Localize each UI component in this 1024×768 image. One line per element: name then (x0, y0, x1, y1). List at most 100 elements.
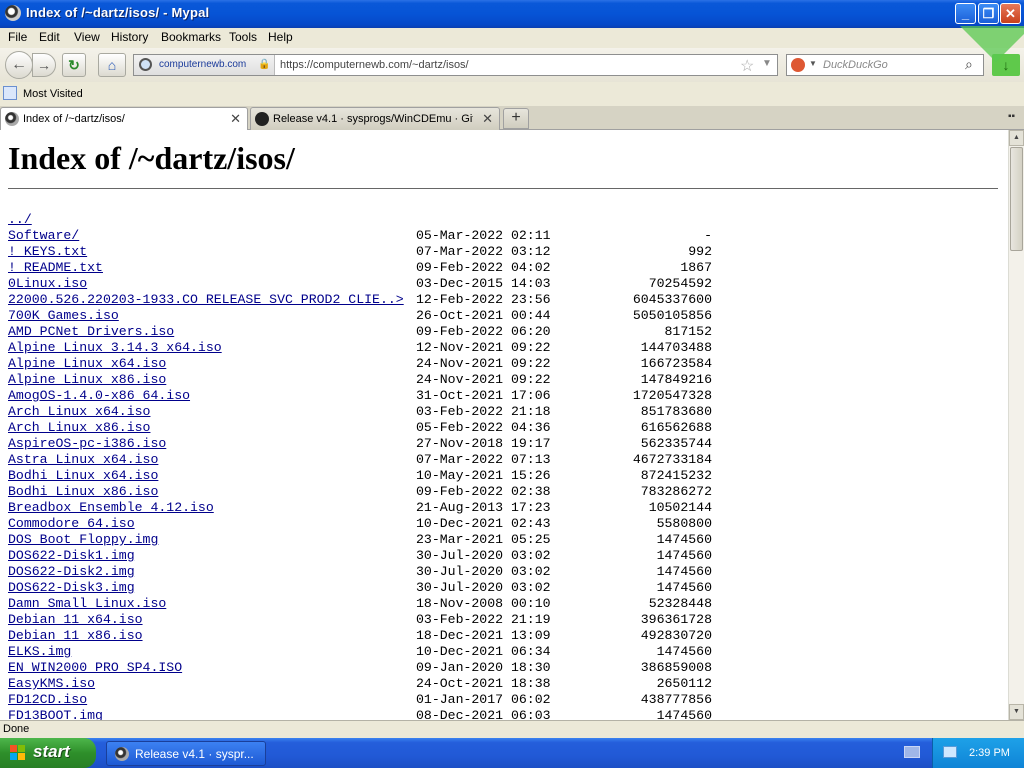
reload-icon: ↻ (68, 57, 80, 73)
file-link[interactable]: Damn Small Linux.iso (8, 596, 166, 611)
tab-wincdemu-release[interactable]: Release v4.1 · sysprogs/WinCDEmu · Git..… (250, 107, 500, 130)
file-date: 09-Feb-2022 04:02 (416, 260, 551, 275)
menu-tools[interactable]: Tools (229, 30, 257, 44)
file-link[interactable]: Alpine Linux x86.iso (8, 372, 166, 387)
new-tab-button[interactable]: + (503, 108, 529, 129)
close-button[interactable]: ✕ (1000, 3, 1021, 24)
menu-view[interactable]: View (74, 30, 100, 44)
file-link[interactable]: DOS622-Disk1.img (8, 548, 135, 563)
file-date: 05-Feb-2022 04:36 (416, 420, 551, 435)
reload-button[interactable]: ↻ (62, 53, 86, 77)
file-link[interactable]: Breadbox Ensemble 4.12.iso (8, 500, 214, 515)
file-date: 10-May-2021 15:26 (416, 468, 551, 483)
file-link[interactable]: Commodore 64.iso (8, 516, 135, 531)
file-link[interactable]: AspireOS-pc-i386.iso (8, 436, 166, 451)
file-date: 01-Jan-2017 06:02 (416, 692, 551, 707)
system-tray: 2:39 PM (932, 738, 1024, 768)
file-date: 30-Jul-2020 03:02 (416, 580, 551, 595)
file-link[interactable]: AMD PCNet Drivers.iso (8, 324, 174, 339)
file-size: 166723584 (640, 356, 712, 371)
file-date: 03-Feb-2022 21:19 (416, 612, 551, 627)
file-link[interactable]: Arch Linux x86.iso (8, 420, 150, 435)
windows-taskbar: start Release v4.1 · syspr... 2:39 PM (0, 738, 1024, 768)
file-link[interactable]: Debian 11 x64.iso (8, 612, 143, 627)
minimize-button[interactable]: _ (955, 3, 976, 24)
file-link[interactable]: ! KEYS.txt (8, 244, 87, 259)
file-link[interactable]: 22000.526.220203-1933.CO RELEASE SVC PRO… (8, 292, 404, 307)
tab-strip: Index of /~dartz/isos/ ✕ Release v4.1 · … (0, 106, 1024, 130)
clock[interactable]: 2:39 PM (969, 747, 1010, 759)
file-date: 30-Jul-2020 03:02 (416, 564, 551, 579)
file-date: 10-Dec-2021 02:43 (416, 516, 551, 531)
scroll-down-icon[interactable]: ▼ (1009, 704, 1024, 720)
file-link[interactable]: Astra Linux x64.iso (8, 452, 158, 467)
tab-index-of-isos[interactable]: Index of /~dartz/isos/ ✕ (0, 107, 248, 130)
engine-dropdown-icon[interactable]: ▼ (809, 59, 817, 68)
menu-history[interactable]: History (111, 30, 148, 44)
file-size: 1474560 (656, 580, 712, 595)
file-link[interactable]: 0Linux.iso (8, 276, 87, 291)
keyboard-icon[interactable] (904, 746, 920, 758)
start-button[interactable]: start (0, 738, 96, 768)
close-tab-icon[interactable]: ✕ (230, 111, 241, 127)
scroll-up-icon[interactable]: ▲ (1009, 130, 1024, 146)
file-link[interactable]: Debian 11 x86.iso (8, 628, 143, 643)
file-link[interactable]: EasyKMS.iso (8, 676, 95, 691)
tab-list-icon[interactable]: ▪▪ (1008, 111, 1015, 122)
tab-label: Index of /~dartz/isos/ (23, 113, 125, 125)
close-tab-icon[interactable]: ✕ (482, 111, 493, 127)
tab-label: Release v4.1 · sysprogs/WinCDEmu · Git..… (273, 113, 473, 125)
file-size: 1474560 (656, 644, 712, 659)
file-date: 09-Feb-2022 02:38 (416, 484, 551, 499)
file-link[interactable]: Bodhi Linux x64.iso (8, 468, 158, 483)
url-text[interactable]: https://computernewb.com/~dartz/isos/ (280, 59, 469, 71)
url-dropdown-icon[interactable]: ▼ (762, 58, 772, 69)
forward-button[interactable]: → (32, 53, 56, 77)
vertical-scrollbar[interactable]: ▲ ▼ (1008, 130, 1024, 720)
back-button[interactable]: ← (5, 51, 33, 79)
menu-bookmarks[interactable]: Bookmarks (161, 30, 221, 44)
file-link[interactable]: Alpine Linux 3.14.3 x64.iso (8, 340, 222, 355)
parent-directory-link[interactable]: ../ (8, 212, 32, 227)
mypal-favicon-icon (5, 112, 19, 126)
file-link[interactable]: ELKS.img (8, 644, 71, 659)
network-icon[interactable] (943, 746, 957, 758)
heading-divider (8, 188, 998, 189)
menu-file[interactable]: File (8, 30, 27, 44)
file-link[interactable]: FD12CD.iso (8, 692, 87, 707)
menu-edit[interactable]: Edit (39, 30, 60, 44)
window-titlebar[interactable]: Index of /~dartz/isos/ - Mypal _ ❐ ✕ (0, 0, 1024, 28)
scrollbar-thumb[interactable] (1010, 147, 1023, 251)
file-link[interactable]: Bodhi Linux x86.iso (8, 484, 158, 499)
file-size: 70254592 (648, 276, 712, 291)
search-box[interactable]: ▼ DuckDuckGo ⌕ (786, 54, 984, 76)
file-link[interactable]: ! README.txt (8, 260, 103, 275)
file-link[interactable]: 700K Games.iso (8, 308, 119, 323)
file-date: 27-Nov-2018 19:17 (416, 436, 551, 451)
file-date: 09-Feb-2022 06:20 (416, 324, 551, 339)
restore-button[interactable]: ❐ (978, 3, 999, 24)
file-size: 52328448 (648, 596, 712, 611)
file-link[interactable]: EN WIN2000 PRO SP4.ISO (8, 660, 182, 675)
file-date: 12-Feb-2022 23:56 (416, 292, 551, 307)
address-bar[interactable]: computernewb.com 🔒 https://computernewb.… (133, 54, 778, 76)
home-button[interactable]: ⌂ (98, 53, 126, 77)
file-link[interactable]: DOS Boot Floppy.img (8, 532, 158, 547)
mypal-app-icon[interactable] (5, 5, 21, 21)
duckduckgo-icon[interactable] (791, 58, 805, 72)
file-date: 24-Nov-2021 09:22 (416, 372, 551, 387)
file-size: 1474560 (656, 548, 712, 563)
menu-help[interactable]: Help (268, 30, 293, 44)
site-identity-button[interactable]: computernewb.com 🔒 (134, 55, 275, 75)
file-date: 07-Mar-2022 07:13 (416, 452, 551, 467)
taskbar-item-mypal[interactable]: Release v4.1 · syspr... (106, 741, 266, 766)
file-link[interactable]: FD13BOOT.img (8, 708, 103, 720)
file-link[interactable]: Software/ (8, 228, 79, 243)
file-link[interactable]: Arch Linux x64.iso (8, 404, 150, 419)
bookmark-star-icon[interactable]: ☆ (740, 56, 754, 76)
file-link[interactable]: AmogOS-1.4.0-x86 64.iso (8, 388, 190, 403)
file-link[interactable]: DOS622-Disk2.img (8, 564, 135, 579)
file-link[interactable]: Alpine Linux x64.iso (8, 356, 166, 371)
page-heading: Index of /~dartz/isos/ (8, 140, 295, 176)
file-link[interactable]: DOS622-Disk3.img (8, 580, 135, 595)
